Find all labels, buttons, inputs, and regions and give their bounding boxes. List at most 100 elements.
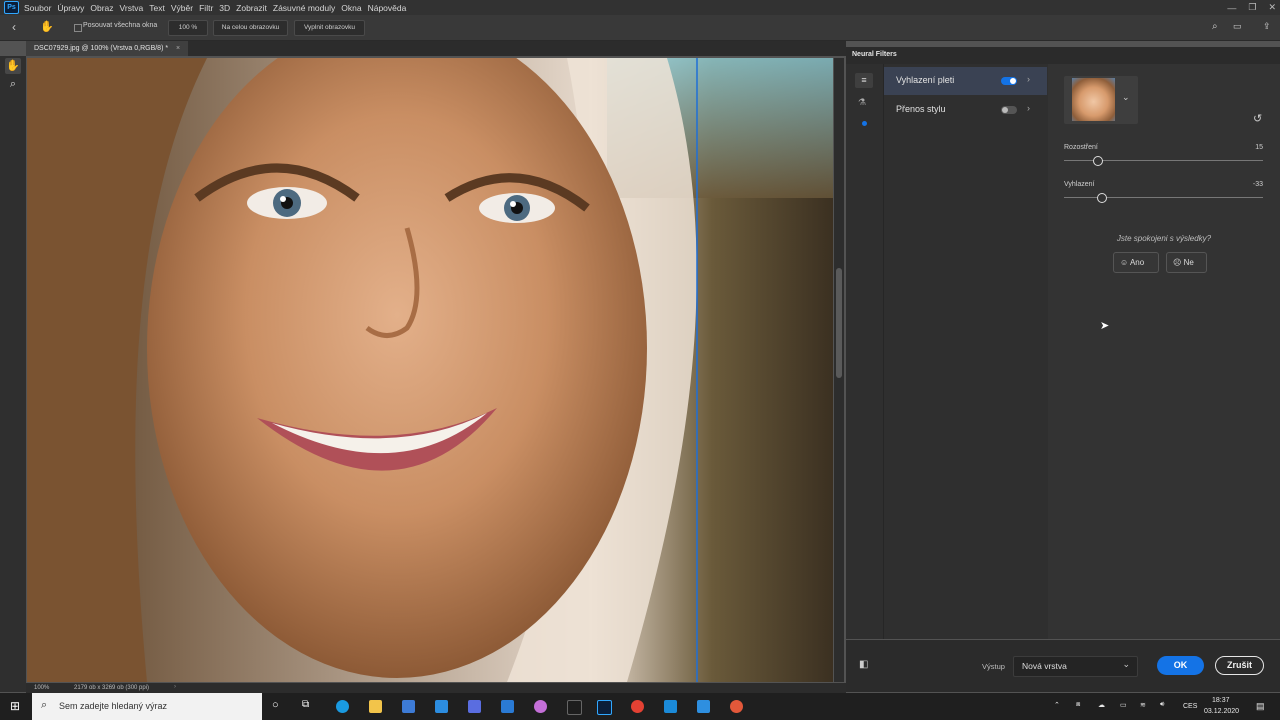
status-dot-icon [862,121,867,126]
taskbar-search[interactable]: ⌕ Sem zadejte hledaný výraz [32,693,262,720]
mouse-cursor-icon: ➤ [1100,320,1110,332]
scroll-all-checkbox[interactable] [74,24,82,32]
chrome-icon[interactable] [631,700,644,713]
smoothness-label: Vyhlazení [1064,181,1095,188]
notifications-icon[interactable]: ▤ [1256,701,1265,712]
chevron-down-icon[interactable]: ⌄ [1122,92,1130,103]
mail-icon[interactable] [501,700,514,713]
clock-time[interactable]: 18:37 [1212,697,1230,704]
filter-skin-smoothing[interactable]: Vyhlazení pleti › [884,67,1047,95]
battery-icon[interactable]: ▭ [1120,701,1127,709]
filter-label: Vyhlazení pleti [896,75,955,85]
cloud-icon[interactable]: ☁ [1098,701,1105,709]
blur-slider-knob[interactable] [1092,156,1103,166]
tab-close-icon[interactable]: × [176,45,180,52]
photoshop-taskbar-icon[interactable] [597,700,612,715]
sliders-icon[interactable]: ≡ [855,73,873,88]
fill-screen-button[interactable]: Vyplnit obrazovku [294,20,365,36]
face-thumbnail [1072,78,1115,121]
menu-zobrazit[interactable]: Zobrazit [236,3,267,13]
hand-tool-icon[interactable]: ✋ [5,58,21,74]
zoom-100-button[interactable]: 100 % [168,20,208,36]
chevron-right-icon[interactable]: › [1027,74,1030,84]
menu-vrstva[interactable]: Vrstva [120,3,144,13]
blur-value[interactable]: 15 [1255,144,1263,151]
status-zoom[interactable]: 100% [34,685,49,691]
options-bar: ‹ ✋ Posouvat všechna okna 100 % Na celou… [0,15,1280,41]
chevron-right-icon[interactable]: › [1027,103,1030,113]
clock-date[interactable]: 03.12.2020 [1204,708,1239,715]
close-icon[interactable]: ✕ [1268,2,1276,13]
smoothness-slider-track[interactable] [1064,197,1263,198]
restore-icon[interactable]: ❐ [1248,2,1256,13]
menu-text[interactable]: Text [149,3,165,13]
filter-label: Přenos stylu [896,104,946,114]
menu-3d[interactable]: 3D [219,3,230,13]
fit-screen-button[interactable]: Na celou obrazovku [213,20,288,36]
store-icon[interactable] [468,700,481,713]
ok-button[interactable]: OK [1157,656,1204,675]
share-icon[interactable]: ⇪ [1263,21,1271,32]
vertical-scrollbar[interactable] [834,58,844,682]
wifi-icon[interactable]: ≋ [1140,701,1146,709]
flask-icon[interactable]: ⚗ [858,97,866,108]
output-select[interactable]: Nová vrstva ⌄ [1013,656,1138,677]
search-placeholder: Sem zadejte hledaný výraz [59,701,168,711]
search-icon[interactable]: ⌕ [1212,21,1218,32]
zoom-tool-icon[interactable]: ⌕ [5,76,21,92]
edge-icon[interactable] [336,700,349,713]
no-button[interactable]: ☹ Ne [1166,252,1207,273]
scrollbar-thumb[interactable] [836,268,842,378]
tray-chevron-icon[interactable]: ⌃ [1054,701,1060,709]
document-tab[interactable]: DSC07929.jpg @ 100% (Vrstva 0,RGB/8) * × [26,41,189,56]
smoothness-value[interactable]: -33 [1253,181,1263,188]
panel-footer: ◧ Výstup Nová vrstva ⌄ OK Zrušit [846,640,1280,692]
output-label: Výstup [982,662,1005,671]
style-transfer-toggle[interactable] [1001,106,1017,114]
volume-icon[interactable]: 🔊︎ [1160,701,1164,709]
status-dimensions: 2179 ob x 3269 ob (300 ppi) [74,685,150,691]
skin-smoothing-toggle[interactable] [1001,77,1017,85]
menu-vyber[interactable]: Výběr [171,3,193,13]
menu-soubor[interactable]: Soubor [24,3,51,13]
cortana-icon[interactable]: ○ [272,699,279,711]
satisfaction-question: Jste spokojeni s výsledky? [1116,234,1212,243]
reset-icon[interactable]: ↺ [1253,112,1262,125]
system-tray: ⌃ ⧈ ☁ ▭ ≋ 🔊︎ CES 18:37 03.12.2020 ▤ [1040,693,1280,720]
cancel-button[interactable]: Zrušit [1215,656,1264,675]
menu-filtr[interactable]: Filtr [199,3,213,13]
calendar-icon[interactable] [435,700,448,713]
workspace-icon[interactable]: ▭ [1233,21,1242,32]
app4-icon[interactable] [730,700,743,713]
menu-napoveda[interactable]: Nápověda [368,3,407,13]
smoothness-slider-knob[interactable] [1096,193,1107,203]
task-view-icon[interactable]: ⧉ [302,699,309,710]
language-indicator[interactable]: CES [1183,703,1197,710]
filter-style-transfer[interactable]: Přenos stylu › [884,96,1047,124]
search-icon: ⌕ [41,699,48,711]
window-controls: — ❐ ✕ [1227,0,1276,15]
menu-upravy[interactable]: Úpravy [57,3,84,13]
status-arrow-icon[interactable]: › [174,684,176,690]
file-explorer-icon[interactable] [369,700,382,713]
menu-obraz[interactable]: Obraz [90,3,113,13]
app-icon[interactable] [534,700,547,713]
document-canvas[interactable] [27,58,833,682]
tools-panel: ✋ ⌕ [0,56,26,692]
yes-button[interactable]: ☺ Ano [1113,252,1159,273]
bridge-icon[interactable] [567,700,582,715]
calculator-icon[interactable] [402,700,415,713]
neural-filters-header: Neural Filters [846,47,1280,64]
menu-okna[interactable]: Okna [341,3,361,13]
preview-toggle-icon[interactable]: ◧ [859,659,868,670]
app3-icon[interactable] [697,700,710,713]
panel-icon-strip: ≡ ⚗ [846,64,883,639]
back-arrow-icon[interactable]: ‹ [12,20,16,34]
face-selector[interactable]: ⌄ [1064,76,1138,124]
app2-icon[interactable] [664,700,677,713]
windows-start-icon[interactable]: ⊞ [10,699,20,713]
no-label: Ne [1183,258,1194,267]
tray-app-icon[interactable]: ⧈ [1076,701,1080,709]
menu-zasuvne-moduly[interactable]: Zásuvné moduly [273,3,335,13]
minimize-icon[interactable]: — [1227,3,1236,13]
